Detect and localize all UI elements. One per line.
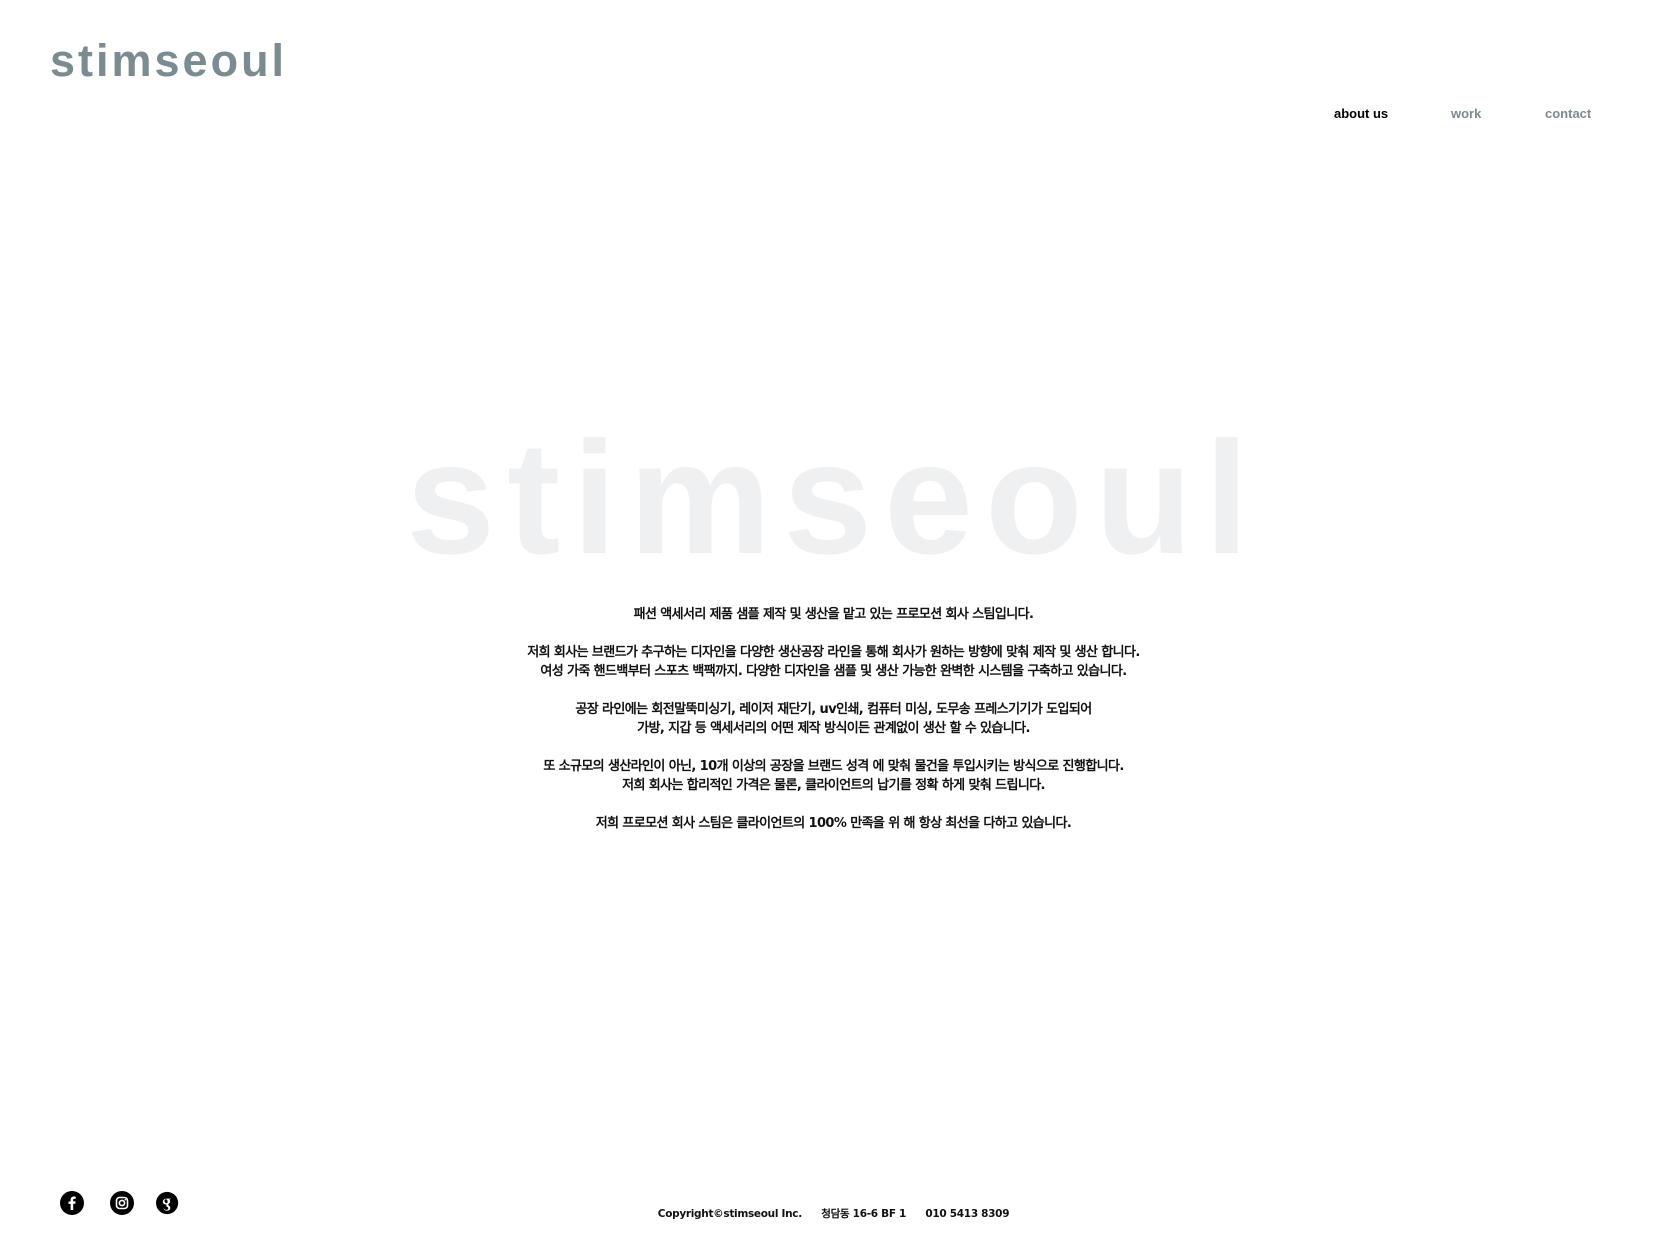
- intro-paragraph: 공장 라인에는 회전말뚝미싱기, 레이저 재단기, uv인쇄, 컴퓨터 미싱, …: [0, 700, 1667, 738]
- intro-paragraph: 또 소규모의 생산라인이 아닌, 10개 이상의 공장을 브랜드 성격 에 맞춰…: [0, 757, 1667, 795]
- intro-text: 패션 액세서리 제품 샘플 제작 및 생산을 맡고 있는 프로모션 회사 스팀입…: [0, 605, 1667, 852]
- intro-line: 저희 회사는 합리적인 가격은 물론, 클라이언트의 납기를 정확 하게 맞춰 …: [622, 778, 1045, 793]
- intro-line: 또 소규모의 생산라인이 아닌, 10개 이상의 공장을 브랜드 성격 에 맞춰…: [543, 759, 1124, 774]
- intro-line: 저희 회사는 브랜드가 추구하는 디자인을 다양한 생산공장 라인을 통해 회사…: [527, 645, 1140, 660]
- intro-line: 여성 가죽 핸드백부터 스포츠 백팩까지. 다양한 디자인을 샘플 및 생산 가…: [540, 664, 1127, 679]
- intro-paragraph: 저희 회사는 브랜드가 추구하는 디자인을 다양한 생산공장 라인을 통해 회사…: [0, 643, 1667, 681]
- footer-copyright: Copyright©stimseoul Inc.: [657, 1208, 802, 1220]
- footer: Copyright©stimseoul Inc. 청담동 16-6 BF 1 0…: [0, 1206, 1667, 1221]
- nav-about-us[interactable]: about us: [1334, 104, 1388, 124]
- intro-line: 패션 액세서리 제품 샘플 제작 및 생산을 맡고 있는 프로모션 회사 스팀입…: [633, 607, 1034, 622]
- footer-address: 청담동 16-6 BF 1: [821, 1208, 907, 1220]
- nav-contact[interactable]: contact: [1545, 104, 1591, 124]
- watermark-logo: stimseoul: [406, 408, 1261, 587]
- intro-paragraph: 저희 프로모션 회사 스팀은 클라이언트의 100% 만족을 위 해 항상 최선…: [0, 814, 1667, 833]
- intro-line: 가방, 지갑 등 액세서리의 어떤 제작 방식이든 관계없이 생산 할 수 있습…: [637, 721, 1030, 736]
- logo[interactable]: stimseoul: [50, 38, 287, 83]
- footer-phone: 010 5413 8309: [925, 1208, 1010, 1220]
- intro-line: 공장 라인에는 회전말뚝미싱기, 레이저 재단기, uv인쇄, 컴퓨터 미싱, …: [575, 702, 1092, 717]
- nav-work[interactable]: work: [1451, 104, 1481, 124]
- intro-paragraph: 패션 액세서리 제품 샘플 제작 및 생산을 맡고 있는 프로모션 회사 스팀입…: [0, 605, 1667, 624]
- main-nav: about us work contact: [0, 104, 1667, 124]
- intro-line: 저희 프로모션 회사 스팀은 클라이언트의 100% 만족을 위 해 항상 최선…: [595, 816, 1072, 831]
